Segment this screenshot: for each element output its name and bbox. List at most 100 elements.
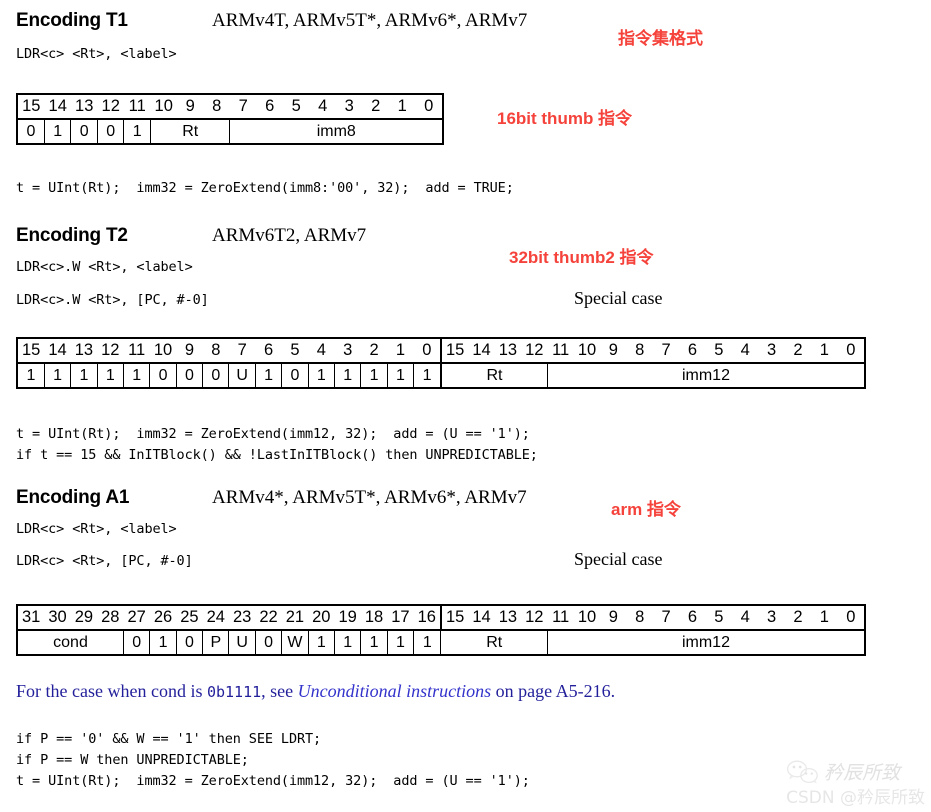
- bit-number: 11: [547, 338, 574, 364]
- bit-field-cell: U: [228, 630, 256, 656]
- bit-field-cell: 1: [70, 363, 98, 389]
- bit-number: 11: [547, 605, 574, 631]
- bit-number: 19: [334, 605, 361, 631]
- bit-field-cell: 0: [176, 363, 204, 389]
- bit-number: 28: [97, 605, 124, 631]
- bit-number: 0: [837, 338, 865, 364]
- bit-number: 2: [360, 338, 388, 364]
- bit-number: 9: [176, 338, 203, 364]
- bit-field-cell: 1: [387, 363, 415, 389]
- bit-number: 30: [44, 605, 71, 631]
- bit-number: 20: [308, 605, 335, 631]
- bit-number: 4: [732, 338, 759, 364]
- annotation-arm-instruction: arm 指令: [611, 500, 681, 519]
- bit-number: 18: [360, 605, 388, 631]
- bit-field-cell: cond: [17, 630, 124, 656]
- bit-field-cell: imm12: [547, 630, 865, 656]
- bit-number: 9: [600, 605, 627, 631]
- bitfield-table-t2: 15 14 13 12 11 10 9 8 7 6 5 4 3 2 1 0 15 14 13 12 11 10 9 8 7 6 5 4…: [16, 337, 866, 389]
- bit-number: 25: [176, 605, 203, 631]
- bit-number: 14: [44, 94, 71, 120]
- bit-number: 27: [123, 605, 150, 631]
- bit-number: 14: [468, 605, 495, 631]
- bit-number: 6: [255, 338, 282, 364]
- encoding-title-a1: Encoding A1: [16, 487, 130, 508]
- bit-number: 12: [97, 338, 124, 364]
- footnote-middle: , see: [261, 681, 298, 701]
- bit-number: 13: [70, 338, 98, 364]
- bit-field-cell: 1: [360, 630, 388, 656]
- bit-field-cell: W: [281, 630, 309, 656]
- bitfield-numbers-row: 31 30 29 28 27 26 25 24 23 22 21 20 19 18 17 16 15 14 13 12…: [17, 605, 865, 631]
- bit-number: 10: [150, 94, 177, 120]
- bit-field-cell: 0: [281, 363, 309, 389]
- bit-field-cell: 0: [70, 119, 98, 145]
- bit-number: 7: [652, 338, 680, 364]
- special-case-note-t2: Special case: [574, 288, 663, 308]
- bit-number: 12: [97, 94, 124, 120]
- bit-field-cell: 0: [97, 119, 125, 145]
- bit-number: 12: [521, 338, 548, 364]
- footnote-code: 0b1111: [206, 683, 262, 701]
- bit-field-cell: 1: [413, 630, 442, 656]
- bit-number: 0: [837, 605, 865, 631]
- bit-field-cell: 1: [387, 630, 415, 656]
- bit-number: 8: [202, 338, 229, 364]
- bitfield-table-t1: 15 14 13 12 11 10 9 8 7 6 5 4 3 2 1 0 0 1 0 0 1 Rt imm8: [16, 93, 444, 145]
- bit-number: 15: [17, 338, 45, 364]
- syntax-a1-line2: LDR<c> <Rt>, [PC, #-0]: [16, 553, 193, 569]
- bit-field-cell: 1: [360, 363, 388, 389]
- bit-number: 10: [573, 605, 601, 631]
- syntax-a1-line1: LDR<c> <Rt>, <label>: [16, 521, 177, 537]
- bit-number: 16: [413, 605, 441, 631]
- bit-number: 8: [626, 338, 653, 364]
- bit-field-cell: 0: [149, 363, 177, 389]
- encoding-title-t1: Encoding T1: [16, 10, 128, 31]
- encoding-arch-t1: ARMv4T, ARMv5T*, ARMv6*, ARMv7: [212, 10, 528, 31]
- bit-number: 5: [705, 605, 733, 631]
- footnote-unconditional: For the case when cond is 0b1111, see Un…: [16, 681, 615, 702]
- bit-field-cell: 1: [334, 363, 362, 389]
- bit-field-cell: Rt: [440, 630, 548, 656]
- footnote-link[interactable]: Unconditional instructions: [298, 681, 492, 701]
- bit-number: 15: [439, 338, 469, 364]
- bit-number: 23: [228, 605, 256, 631]
- bit-number: 14: [468, 338, 495, 364]
- bit-number: 6: [679, 605, 706, 631]
- bit-number: 5: [282, 94, 310, 120]
- watermark-row-primary: 矜辰所致: [786, 758, 925, 785]
- bit-field-cell: U: [228, 363, 256, 389]
- bit-number: 10: [149, 338, 177, 364]
- bit-number: 5: [281, 338, 309, 364]
- bit-field-cell: P: [202, 630, 230, 656]
- bit-field-cell: imm12: [547, 363, 865, 389]
- bit-field-cell: 1: [17, 363, 45, 389]
- encoding-title-t2: Encoding T2: [16, 225, 128, 246]
- annotation-32bit-thumb2: 32bit thumb2 指令: [509, 248, 654, 267]
- bit-number: 15: [439, 605, 469, 631]
- annotation-instruction-format: 指令集格式: [618, 29, 703, 48]
- bit-number: 13: [494, 605, 522, 631]
- bit-number: 2: [784, 338, 812, 364]
- encoding-arch-t2: ARMv6T2, ARMv7: [212, 225, 367, 246]
- bit-field-cell: Rt: [150, 119, 231, 145]
- bitfield-table-a1: 31 30 29 28 27 26 25 24 23 22 21 20 19 18 17 16 15 14 13 12…: [16, 604, 866, 656]
- bit-number: 8: [203, 94, 230, 120]
- bit-number: 15: [17, 94, 45, 120]
- pseudocode-t1: t = UInt(Rt); imm32 = ZeroExtend(imm8:'0…: [16, 180, 514, 196]
- bit-number: 12: [521, 605, 548, 631]
- bit-number: 7: [229, 94, 257, 120]
- bit-field-cell: 1: [44, 119, 72, 145]
- bit-field-cell: 0: [17, 119, 45, 145]
- bit-field-cell: 0: [123, 630, 151, 656]
- footnote-suffix: on page A5-216.: [491, 681, 616, 701]
- encoding-heading-t2: Encoding T2 ARMv6T2, ARMv7: [16, 225, 366, 247]
- bit-field-cell: 1: [123, 119, 151, 145]
- bit-field-cell: 1: [123, 363, 151, 389]
- bit-field-cell: 1: [255, 363, 283, 389]
- bit-number: 9: [600, 338, 627, 364]
- bit-number: 26: [149, 605, 177, 631]
- bit-number: 3: [758, 605, 785, 631]
- bit-field-cell: 1: [308, 630, 335, 656]
- bit-number: 1: [811, 605, 838, 631]
